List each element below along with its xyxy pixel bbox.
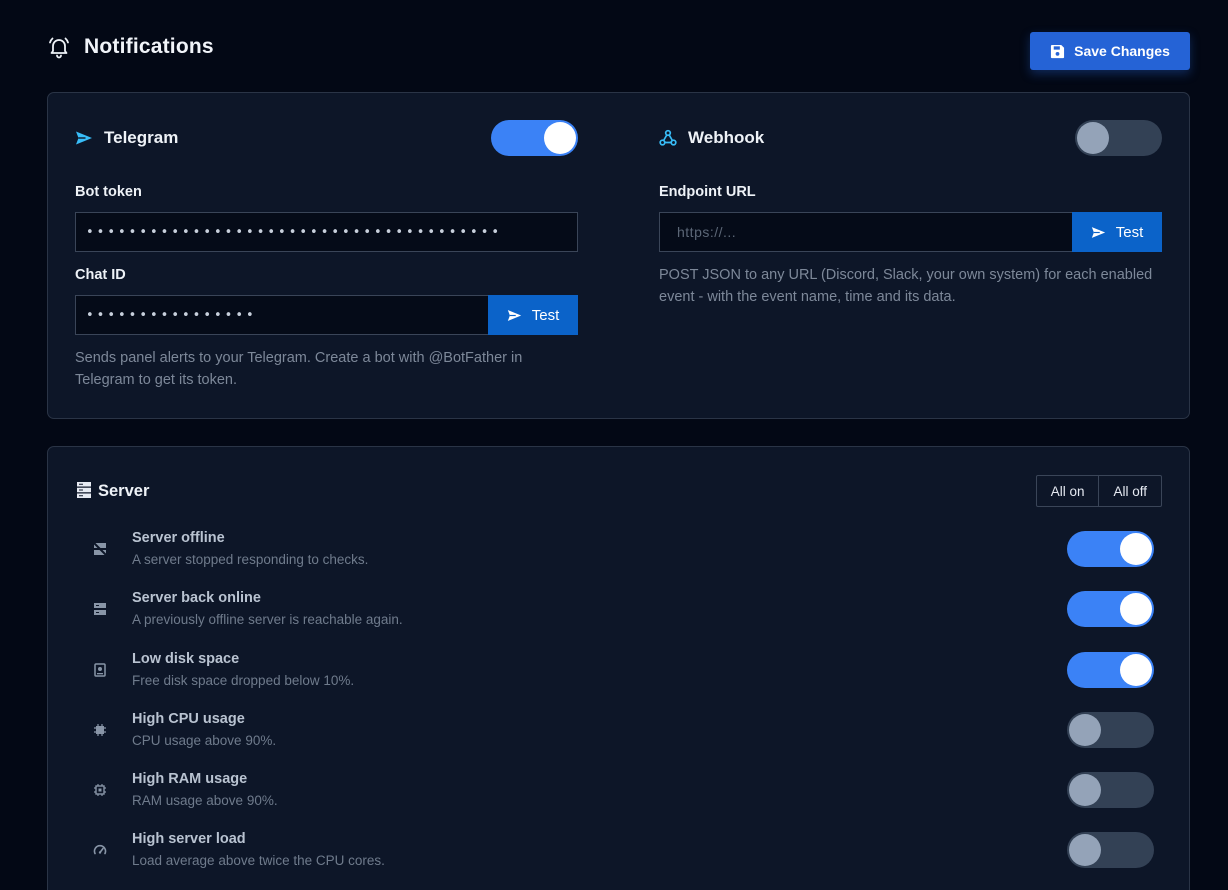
toggle-knob [1069, 834, 1101, 866]
channels-card: Telegram Bot token •••••••••••••••••••••… [47, 92, 1190, 419]
telegram-title: Telegram [104, 128, 179, 147]
event-name: High RAM usage [132, 771, 248, 787]
paper-plane-icon [76, 131, 92, 145]
chat-id-input[interactable]: •••••••••••••••• [75, 295, 489, 335]
event-description: CPU usage above 90%. [132, 733, 277, 748]
notifications-page: Notifications Save Changes Telegram Bot … [0, 0, 1228, 890]
toggle-knob [544, 122, 576, 154]
event-name: High server load [132, 831, 246, 847]
gauge-icon [93, 844, 107, 855]
paper-plane-icon [1091, 226, 1105, 238]
save-changes-button[interactable]: Save Changes [1030, 32, 1190, 70]
event-description: A server stopped responding to checks. [132, 552, 369, 567]
low-disk-space-toggle[interactable] [1067, 652, 1154, 688]
event-name: Low disk space [132, 651, 240, 667]
high-ram-usage-toggle[interactable] [1067, 772, 1154, 808]
webhook-icon [659, 129, 677, 146]
bot-token-label: Bot token [75, 184, 142, 200]
event-description: RAM usage above 90%. [132, 793, 278, 808]
event-row-low-disk-space: Low disk space Free disk space dropped b… [86, 651, 1154, 695]
telegram-test-button[interactable]: Test [488, 295, 578, 335]
server-events-card: Server All on All off Server offline A s… [47, 446, 1190, 890]
server-icon [77, 482, 91, 498]
toggle-knob [1120, 533, 1152, 565]
webhook-test-button[interactable]: Test [1072, 212, 1162, 252]
page-header: Notifications Save Changes [47, 32, 1190, 70]
telegram-toggle[interactable] [491, 120, 578, 156]
webhook-title: Webhook [688, 128, 765, 147]
title-group: Notifications [47, 35, 214, 59]
toggle-knob [1120, 593, 1152, 625]
endpoint-url-input[interactable]: https://... [659, 212, 1073, 252]
webhook-header: Webhook [659, 120, 1162, 156]
event-name: High CPU usage [132, 711, 245, 727]
page-title: Notifications [84, 35, 214, 58]
memory-chip-icon [94, 784, 106, 796]
event-name: Server offline [132, 530, 225, 546]
bulk-toggle-group: All on All off [1035, 475, 1162, 507]
webhook-test-label: Test [1115, 223, 1144, 241]
event-description: A previously offline server is reachable… [132, 612, 403, 627]
server-icon [94, 603, 106, 615]
paper-plane-icon [507, 309, 521, 321]
telegram-header: Telegram [75, 120, 578, 156]
server-off-icon [93, 542, 107, 556]
toggle-knob [1120, 654, 1152, 686]
floppy-disk-icon [1051, 44, 1065, 58]
cpu-icon [94, 724, 106, 736]
event-row-server-offline: Server offline A server stopped respondi… [86, 530, 1154, 574]
chat-id-label: Chat ID [75, 267, 126, 283]
all-on-button[interactable]: All on [1037, 476, 1099, 506]
save-changes-label: Save Changes [1074, 43, 1170, 59]
high-cpu-usage-toggle[interactable] [1067, 712, 1154, 748]
endpoint-url-label: Endpoint URL [659, 184, 756, 200]
all-off-button[interactable]: All off [1098, 476, 1161, 506]
server-offline-toggle[interactable] [1067, 531, 1154, 567]
toggle-knob [1069, 714, 1101, 746]
high-server-load-toggle[interactable] [1067, 832, 1154, 868]
event-row-server-back-online: Server back online A previously offline … [86, 590, 1154, 634]
toggle-knob [1069, 774, 1101, 806]
bot-token-input[interactable]: ••••••••••••••••••••••••••••••••••••••• [75, 212, 578, 252]
server-section-title: Server [98, 482, 150, 500]
event-name: Server back online [132, 590, 261, 606]
toggle-knob [1077, 122, 1109, 154]
hard-drive-icon [94, 663, 106, 677]
event-description: Free disk space dropped below 10%. [132, 673, 355, 688]
server-back-online-toggle[interactable] [1067, 591, 1154, 627]
bell-icon [49, 37, 69, 59]
webhook-help-text: POST JSON to any URL (Discord, Slack, yo… [659, 267, 1153, 305]
event-description: Load average above twice the CPU cores. [132, 853, 385, 868]
server-section-header: Server All on All off [75, 475, 1162, 507]
webhook-toggle[interactable] [1075, 120, 1162, 156]
telegram-test-label: Test [531, 306, 560, 324]
event-row-high-ram-usage: High RAM usage RAM usage above 90%. [86, 771, 1154, 815]
telegram-help-text: Sends panel alerts to your Telegram. Cre… [75, 350, 523, 388]
event-row-high-cpu-usage: High CPU usage CPU usage above 90%. [86, 711, 1154, 755]
event-row-high-server-load: High server load Load average above twic… [86, 831, 1154, 875]
